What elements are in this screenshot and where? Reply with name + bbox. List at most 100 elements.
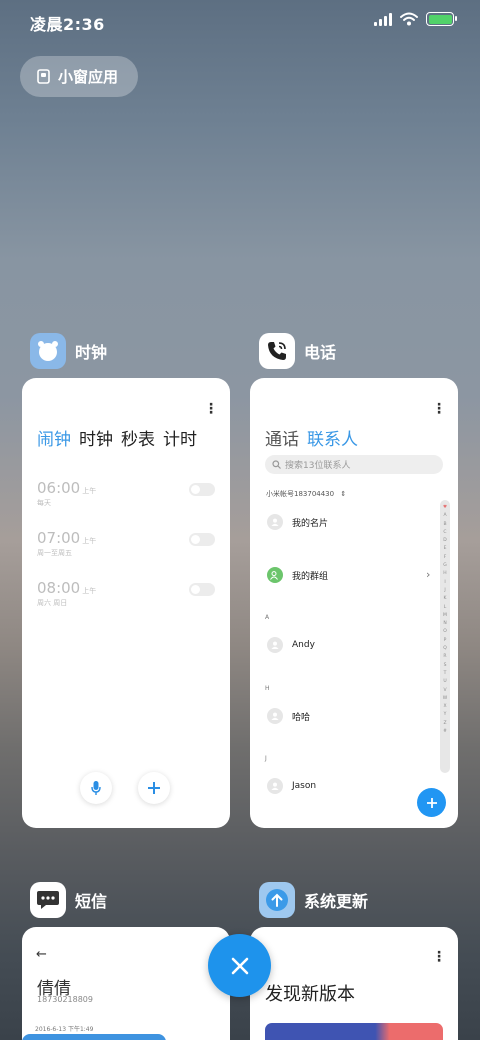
message-bubble[interactable] bbox=[22, 1034, 166, 1040]
index-letter[interactable]: W bbox=[443, 695, 447, 703]
index-letter[interactable]: # bbox=[443, 728, 447, 736]
index-letter[interactable]: I bbox=[444, 579, 445, 587]
sms-app-header[interactable]: 短信 bbox=[30, 882, 107, 918]
index-letter[interactable]: A bbox=[443, 512, 446, 520]
index-letter[interactable]: L bbox=[444, 604, 447, 612]
tab-contacts[interactable]: 联系人 bbox=[307, 425, 358, 450]
contact-name: Jason bbox=[292, 781, 317, 791]
wifi-icon bbox=[400, 12, 418, 26]
update-app-icon bbox=[259, 882, 295, 918]
index-letter[interactable]: J bbox=[444, 587, 445, 595]
index-letter[interactable]: U bbox=[443, 678, 446, 686]
alarm-item[interactable]: 06:00 上午 每天 bbox=[37, 478, 215, 514]
tab-timer[interactable]: 计时 bbox=[163, 425, 197, 450]
index-letter[interactable]: X bbox=[443, 703, 446, 711]
phone-tabs: 通话 联系人 bbox=[265, 425, 358, 450]
update-app-name: 系统更新 bbox=[304, 892, 369, 911]
search-icon bbox=[272, 460, 281, 469]
more-options-icon[interactable]: ⋮ bbox=[432, 950, 446, 964]
alarm-time: 08:00 bbox=[37, 579, 81, 597]
alarm-toggle[interactable] bbox=[189, 483, 215, 496]
account-label: 小米帐号183704430 bbox=[266, 490, 335, 498]
alarm-time: 07:00 bbox=[37, 529, 81, 547]
phone-app-header[interactable]: 电话 bbox=[259, 333, 336, 369]
alarm-repeat: 周一至周五 bbox=[37, 549, 72, 557]
alarm-repeat: 周六 周日 bbox=[37, 599, 68, 607]
more-options-icon[interactable]: ⋮ bbox=[432, 402, 446, 416]
my-groups-label: 我的群组 bbox=[292, 571, 329, 582]
index-letter[interactable]: C bbox=[443, 529, 446, 537]
index-letter[interactable]: E bbox=[444, 545, 447, 553]
update-app-card[interactable]: ⋮ 发现新版本 bbox=[250, 927, 458, 1040]
update-app-header[interactable]: 系统更新 bbox=[259, 882, 368, 918]
index-letter[interactable]: Q bbox=[443, 645, 447, 653]
tab-clock[interactable]: 时钟 bbox=[79, 425, 113, 450]
phone-app-name: 电话 bbox=[304, 343, 337, 362]
index-letter[interactable]: Z bbox=[443, 720, 446, 728]
contact-row[interactable]: Andy bbox=[267, 637, 315, 653]
index-letter[interactable]: M bbox=[443, 612, 447, 620]
contact-name: 哈哈 bbox=[292, 712, 311, 723]
alarm-item[interactable]: 08:00 上午 周六 周日 bbox=[37, 578, 215, 614]
clock-app-card[interactable]: ⋮ 闹钟 时钟 秒表 计时 06:00 上午 每天 07:00 上午 周一至周五 0… bbox=[22, 378, 230, 828]
alarm-ampm: 上午 bbox=[82, 537, 97, 545]
index-letter[interactable]: F bbox=[444, 554, 447, 562]
more-options-icon[interactable]: ⋮ bbox=[204, 402, 218, 416]
plus-icon bbox=[426, 797, 437, 808]
contact-row[interactable]: Jason bbox=[267, 778, 316, 794]
alarm-toggle[interactable] bbox=[189, 583, 215, 596]
index-letter[interactable]: V bbox=[443, 687, 446, 695]
phone-app-card[interactable]: ⋮ 通话 联系人 搜索13位联系人 小米帐号183704430 ⇕ 我的名片 我… bbox=[250, 378, 458, 828]
status-time: 凌晨2:36 bbox=[30, 15, 105, 34]
avatar bbox=[267, 708, 283, 724]
back-arrow-icon[interactable]: ← bbox=[36, 947, 47, 962]
sms-app-icon bbox=[30, 882, 66, 918]
alarm-toggle[interactable] bbox=[189, 533, 215, 546]
alarm-ampm: 上午 bbox=[82, 587, 97, 595]
account-selector[interactable]: 小米帐号183704430 ⇕ bbox=[266, 489, 346, 499]
clock-app-header[interactable]: 时钟 bbox=[30, 333, 107, 369]
index-letter[interactable]: O bbox=[443, 628, 447, 636]
index-letter[interactable]: D bbox=[443, 537, 446, 545]
close-icon bbox=[231, 957, 248, 974]
my-card-row[interactable]: 我的名片 bbox=[267, 514, 328, 530]
index-letter[interactable]: N bbox=[443, 620, 446, 628]
index-letter[interactable]: R bbox=[443, 653, 446, 661]
contact-search-input[interactable]: 搜索13位联系人 bbox=[265, 455, 443, 474]
floating-window-button[interactable]: 小窗应用 bbox=[20, 56, 138, 97]
index-letter[interactable]: B bbox=[443, 521, 446, 529]
clear-all-button[interactable] bbox=[208, 934, 271, 997]
sms-app-card[interactable]: ← ⋮ 倩倩 18730218809 2016-6-13 下午1:49 bbox=[22, 927, 230, 1040]
index-letter[interactable]: ♥ bbox=[443, 504, 447, 512]
add-contact-button[interactable] bbox=[417, 788, 446, 817]
update-title: 发现新版本 bbox=[265, 984, 355, 1005]
tab-calls[interactable]: 通话 bbox=[265, 425, 299, 450]
group-icon bbox=[267, 567, 283, 583]
index-letter[interactable]: K bbox=[444, 595, 447, 603]
my-groups-row[interactable]: 我的群组 bbox=[267, 567, 328, 583]
tab-stopwatch[interactable]: 秒表 bbox=[121, 425, 155, 450]
contact-name: Andy bbox=[292, 640, 315, 650]
index-letter[interactable]: P bbox=[444, 637, 447, 645]
tab-alarm[interactable]: 闹钟 bbox=[37, 425, 71, 450]
clock-tabs: 闹钟 时钟 秒表 计时 bbox=[37, 425, 197, 450]
index-letter[interactable]: T bbox=[444, 670, 447, 678]
update-banner-image bbox=[265, 1023, 443, 1040]
section-header: A bbox=[265, 614, 270, 621]
clock-app-icon bbox=[30, 333, 66, 369]
message-date: 2016-6-13 下午1:49 bbox=[35, 1026, 94, 1033]
index-letter[interactable]: G bbox=[443, 562, 447, 570]
alphabet-index-bar[interactable]: ♥ A B C D E F G H I J K L M N O P Q R S T U V W X Y Z # bbox=[440, 500, 450, 773]
updown-icon: ⇕ bbox=[340, 490, 347, 498]
add-alarm-button[interactable] bbox=[138, 772, 170, 804]
index-letter[interactable]: S bbox=[444, 662, 447, 670]
chevron-right-icon: › bbox=[426, 568, 431, 581]
voice-button[interactable] bbox=[80, 772, 112, 804]
index-letter[interactable]: H bbox=[443, 570, 446, 578]
alarm-item[interactable]: 07:00 上午 周一至周五 bbox=[37, 528, 215, 564]
contact-row[interactable]: 哈哈 bbox=[267, 708, 310, 724]
status-bar: 凌晨2:36 bbox=[0, 0, 480, 42]
index-letter[interactable]: Y bbox=[444, 711, 447, 719]
avatar bbox=[267, 514, 283, 530]
alarm-repeat: 每天 bbox=[37, 499, 51, 507]
